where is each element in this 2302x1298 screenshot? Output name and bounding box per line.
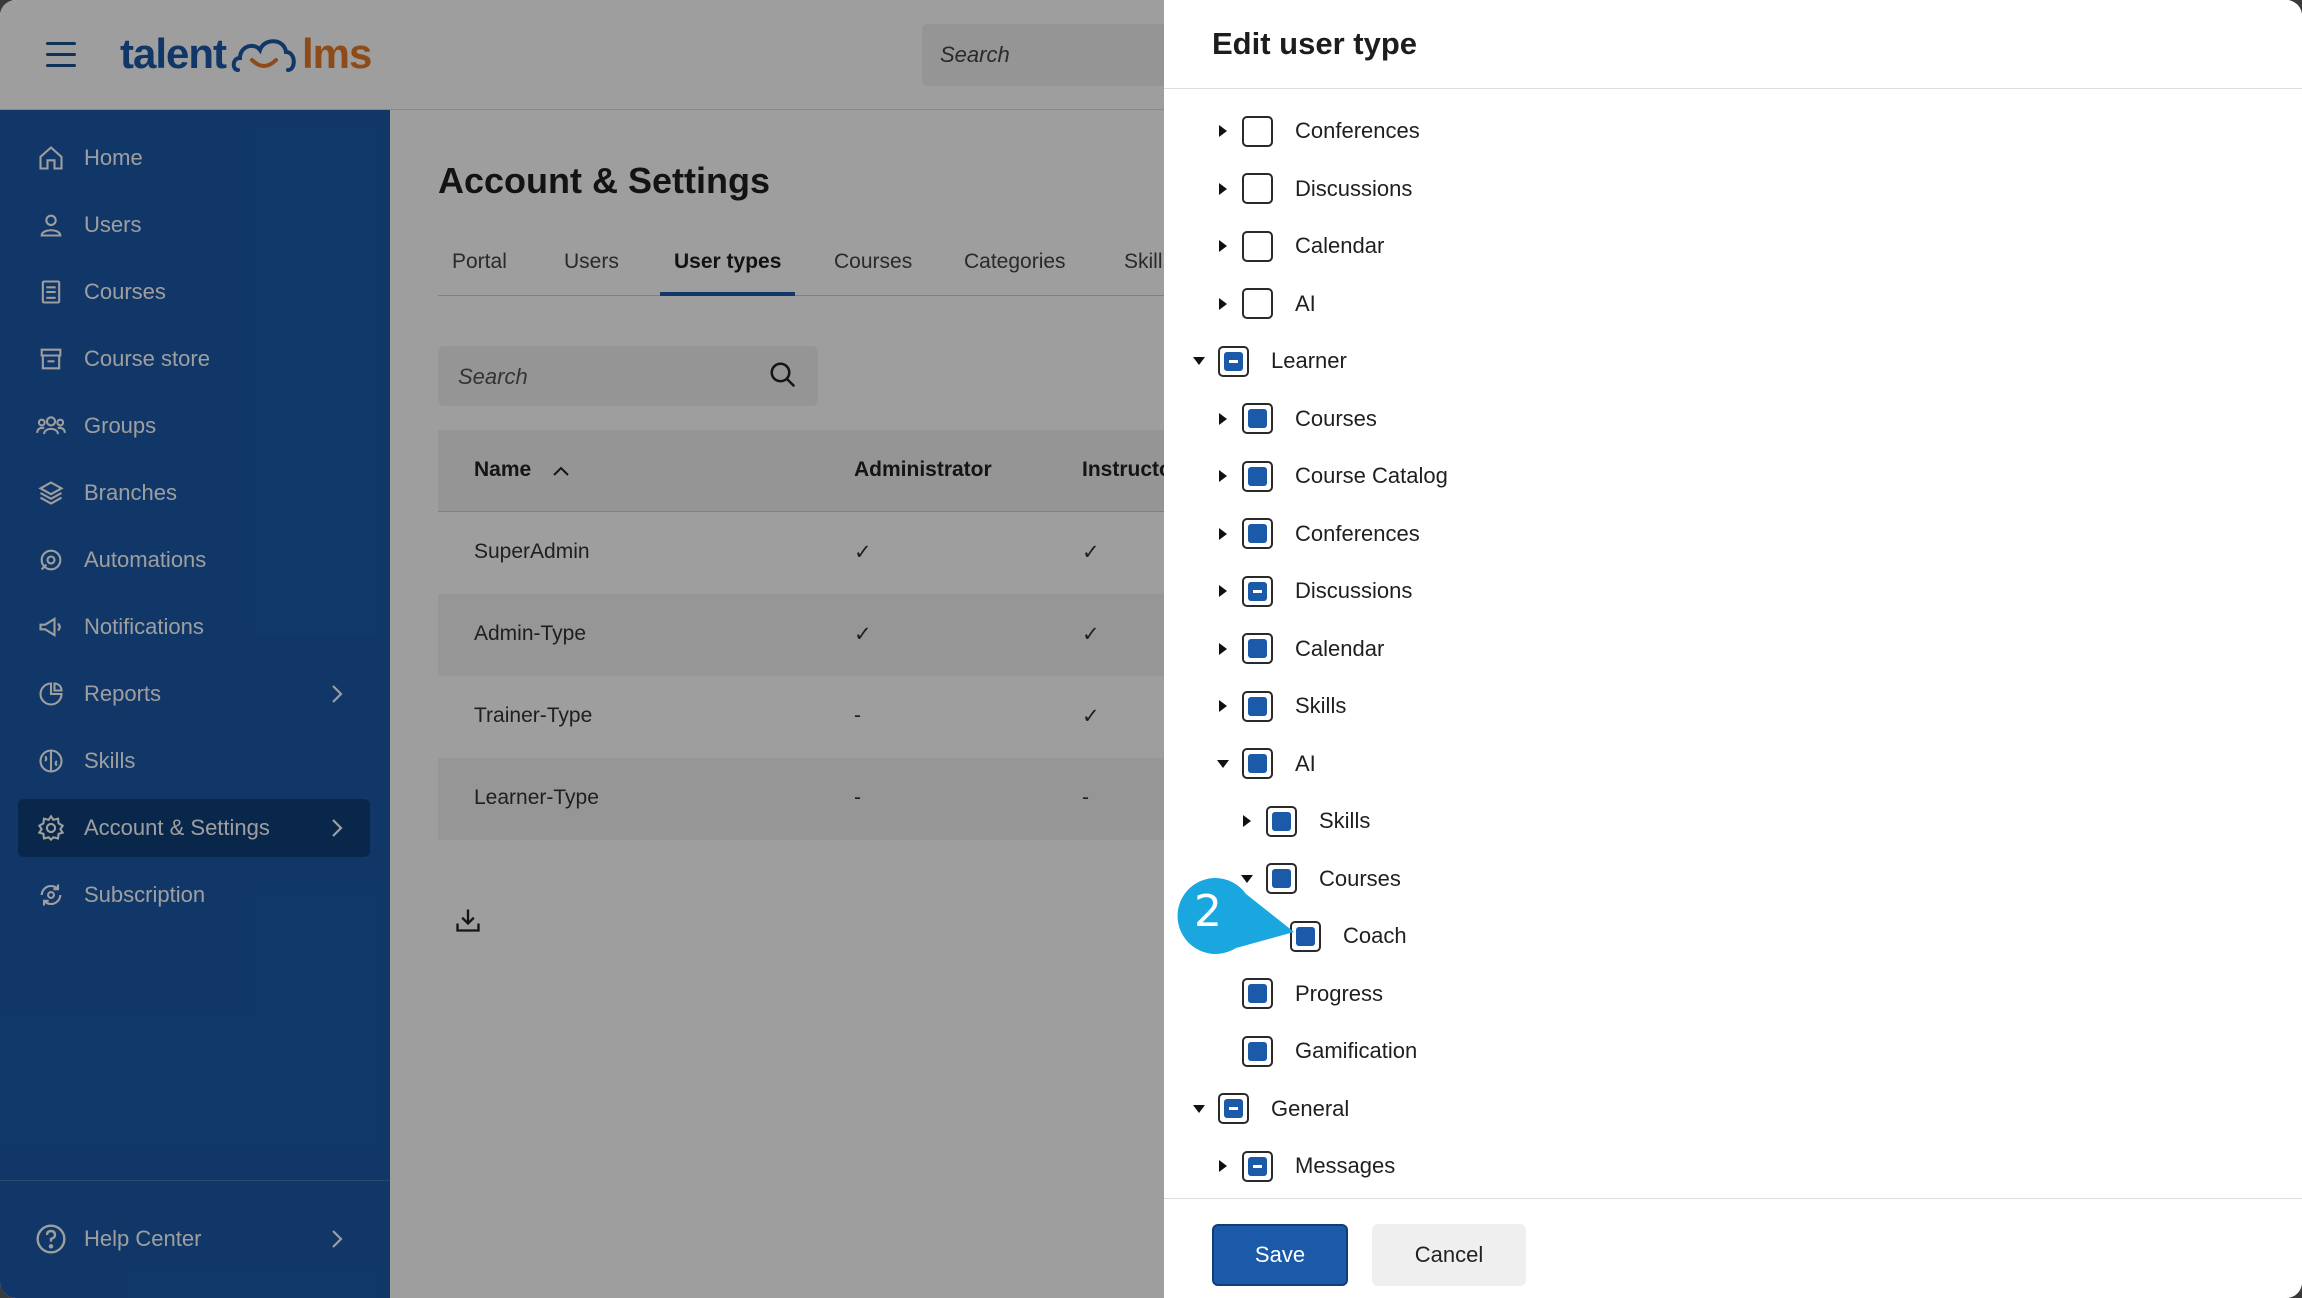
app-window: talent lms Search Home Users Courses Cou…	[0, 0, 2302, 1298]
permission-label: Progress	[1295, 980, 1384, 1006]
permission-label: Learner	[1271, 348, 1347, 373]
permission-checkbox[interactable]	[1242, 1150, 1273, 1182]
caret-right-icon[interactable]	[1216, 527, 1230, 541]
tree-node[interactable]: Conferences	[1216, 512, 1420, 556]
permission-checkbox[interactable]	[1242, 518, 1273, 549]
permission-label: Discussions	[1295, 578, 1413, 603]
tree-node[interactable]: Course Catalog	[1216, 454, 1448, 498]
permission-label: Skills	[1319, 808, 1371, 833]
permission-checkbox[interactable]	[1242, 288, 1273, 319]
permission-checkbox[interactable]	[1242, 403, 1273, 434]
save-button[interactable]: Save	[1212, 1224, 1348, 1286]
permission-label: AI	[1295, 290, 1316, 316]
step-number: 2	[1194, 886, 1222, 937]
caret-right-icon[interactable]	[1240, 814, 1254, 828]
drawer-header-divider	[1164, 88, 2302, 89]
tree-node[interactable]: General	[1192, 1087, 1349, 1131]
tree-node[interactable]: AI	[1216, 282, 1316, 326]
permission-checkbox[interactable]	[1242, 978, 1273, 1009]
tree-node[interactable]: Gamification	[1216, 1029, 1417, 1073]
permission-label: Calendar	[1295, 635, 1385, 661]
permission-checkbox[interactable]	[1242, 115, 1273, 147]
tree-node[interactable]: Discussions	[1216, 167, 1412, 211]
permission-label: AI	[1295, 750, 1316, 776]
caret-right-icon[interactable]	[1216, 297, 1230, 311]
permission-label: Conferences	[1295, 520, 1420, 546]
permission-label: General	[1271, 1095, 1350, 1121]
caret-right-icon[interactable]	[1216, 642, 1230, 656]
permission-label: Calendar	[1295, 233, 1385, 258]
tree-node[interactable]: Calendar	[1216, 224, 1384, 268]
permission-label: Coach	[1343, 923, 1407, 948]
permission-label: Conferences	[1295, 118, 1420, 143]
caret-right-icon[interactable]	[1216, 124, 1230, 138]
permission-label: Messages	[1295, 1153, 1396, 1178]
permission-checkbox[interactable]	[1242, 748, 1273, 779]
caret-down-icon[interactable]	[1216, 757, 1230, 771]
permission-checkbox[interactable]	[1242, 575, 1273, 607]
caret-down-icon[interactable]	[1192, 354, 1206, 368]
permission-checkbox[interactable]	[1242, 633, 1273, 664]
tree-node[interactable]: Calendar	[1216, 627, 1384, 671]
caret-right-icon[interactable]	[1216, 412, 1230, 426]
edit-user-type-drawer: Edit user type Conferences Discussions Cal…	[1164, 0, 2302, 1298]
permission-label: Gamification	[1295, 1038, 1418, 1063]
permission-label: Courses	[1295, 405, 1377, 431]
caret-right-icon[interactable]	[1216, 182, 1230, 196]
permission-checkbox[interactable]	[1242, 690, 1273, 722]
caret-right-icon[interactable]	[1216, 584, 1230, 598]
permission-checkbox[interactable]	[1266, 805, 1297, 837]
drawer-footer-divider	[1164, 1198, 2302, 1199]
permission-label: Courses	[1319, 865, 1401, 891]
permission-checkbox[interactable]	[1218, 345, 1249, 377]
step-callout-badge: 2	[1176, 876, 1296, 956]
caret-right-icon[interactable]	[1216, 239, 1230, 253]
caret-right-icon[interactable]	[1216, 699, 1230, 713]
permission-label: Course Catalog	[1295, 463, 1448, 488]
caret-right-icon[interactable]	[1216, 1159, 1230, 1173]
caret-right-icon[interactable]	[1216, 469, 1230, 483]
permission-checkbox[interactable]	[1218, 1093, 1249, 1124]
permission-checkbox[interactable]	[1242, 230, 1273, 262]
tree-node[interactable]: Courses	[1216, 397, 1377, 441]
tree-node[interactable]: Conferences	[1216, 109, 1420, 153]
cancel-button[interactable]: Cancel	[1372, 1224, 1526, 1286]
permission-checkbox[interactable]	[1242, 173, 1273, 204]
drawer-title: Edit user type	[1212, 26, 1417, 61]
tree-node[interactable]: Progress	[1216, 972, 1383, 1016]
tree-node[interactable]: Messages	[1216, 1144, 1395, 1188]
permission-checkbox[interactable]	[1242, 1035, 1273, 1067]
tree-node[interactable]: Skills	[1216, 684, 1346, 728]
tree-node[interactable]: AI	[1216, 742, 1316, 786]
caret-down-icon[interactable]	[1192, 1102, 1206, 1116]
permission-checkbox[interactable]	[1242, 460, 1273, 492]
modal-backdrop[interactable]	[0, 0, 1164, 1298]
tree-node[interactable]: Learner	[1192, 339, 1347, 383]
tree-node[interactable]: Skills	[1240, 799, 1370, 843]
tree-node[interactable]: Discussions	[1216, 569, 1412, 613]
permission-label: Skills	[1295, 693, 1347, 718]
permission-label: Discussions	[1295, 175, 1413, 201]
